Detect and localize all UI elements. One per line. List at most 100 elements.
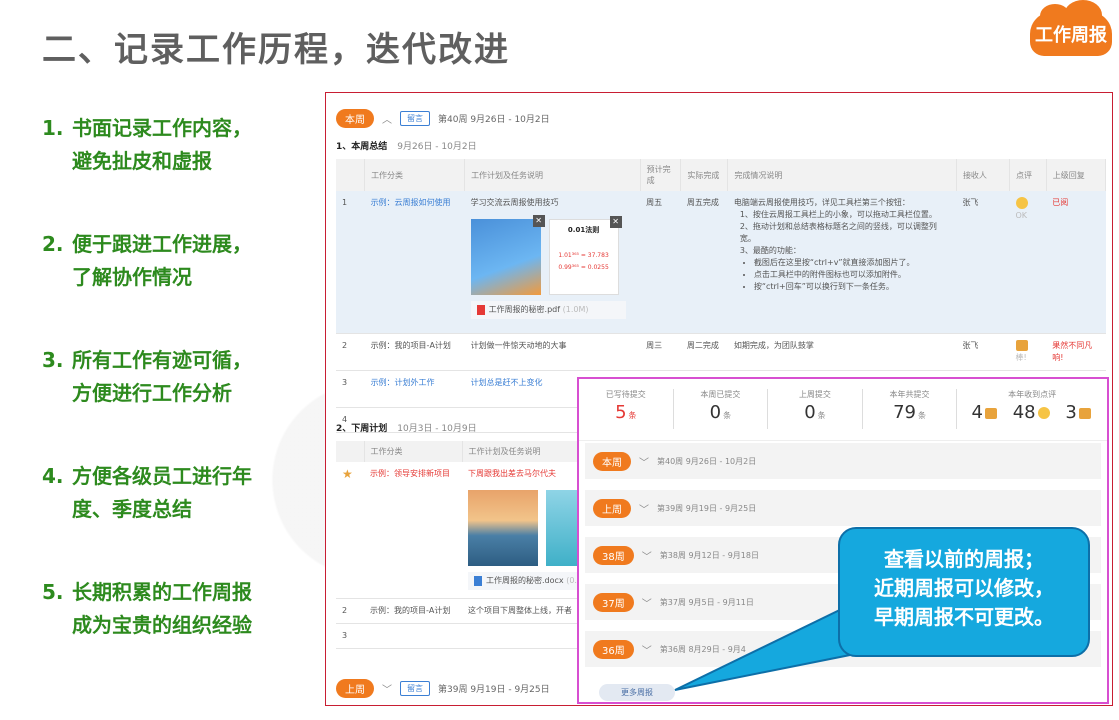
row-category[interactable]: 示例：领导安排新项目 [364,462,462,599]
logo-text: 工作周报 [1035,25,1107,46]
row-receiver: 张飞 [956,333,1010,371]
table-header: 工作分类 工作计划及任务说明 预计完成 实际完成 完成情况说明 接收人 点评 上… [336,159,1107,191]
point-num: 1. [42,116,64,140]
row-reply[interactable]: 已阅 [1046,191,1106,334]
row-receiver: 张飞 [956,191,1010,334]
chevron-down-icon[interactable]: ﹀ [642,595,652,610]
thumb-title: 0.01法则 [567,226,600,234]
close-icon[interactable]: ✕ [532,215,545,227]
row-category[interactable]: 示例：我的项目-A计划 [364,598,462,624]
smile-icon [1037,407,1050,419]
col-header: 实际完成 [680,159,729,191]
row-category[interactable]: 示例：计划外工作 [364,370,465,408]
point-text: 方便各级员工进行年 度、季度总结 [72,464,252,521]
col-header [336,441,365,462]
row-comment[interactable]: OK [1009,191,1047,334]
chevron-down-icon[interactable]: ﹀ [642,642,652,657]
next-plan-range: 10月3日 - 10月9日 [397,424,477,434]
stat-this-week: 本周已提交 0 条 [674,389,769,429]
chevron-down-icon[interactable]: ﹀ [382,681,392,696]
thumbs-up-icon [1015,339,1028,351]
stat-year: 本年共提交 79 条 [863,389,958,429]
callout-bubble: 查看以前的周报； 近期周报可以修改， 早期周报不可更改。 [838,527,1090,657]
col-header: 工作分类 [364,441,463,462]
image-thumb[interactable]: ✕ [470,215,545,295]
point-2: 2. 便于跟进工作进展， 了解协作情况 [42,228,302,294]
row-expected: 周三 [640,333,681,371]
pdf-file-icon [476,304,485,315]
row-desc: 电脑端云周报使用技巧，详见工具栏第三个按钮： 1、按住云周报工具栏上的小象，可以… [727,191,957,334]
image-thumb[interactable]: ✕ 0.01法则 1.01³⁶⁵ = 37.783 0.99³⁶⁵ = 0.02… [548,216,622,295]
star-icon: ★ [342,467,353,481]
thumbs-up-icon [984,407,997,419]
point-1: 1. 书面记录工作内容， 避免扯皮和虚报 [42,112,302,178]
row-no: ★ [336,462,364,599]
row-plan[interactable]: 学习交流云周报使用技巧 ✕ ✕ 0.01法则 1.01³⁶⁵ = 37.783 … [464,191,641,334]
week-pill-last[interactable]: 上周 [336,679,374,698]
col-header [336,159,366,191]
row-no: 2 [336,598,364,624]
comment-tag[interactable]: 留言 [400,681,430,696]
week-range: 第39周 9月19日 - 9月25日 [438,685,550,695]
col-header: 接收人 [956,159,1011,191]
row-category[interactable]: 示例：云周报如何使用 [364,191,465,334]
row-actual: 周五完成 [680,191,728,334]
image-thumb[interactable] [468,490,538,566]
close-icon[interactable]: ✕ [609,216,622,228]
point-5: 5. 长期积累的工作周报 成为宝贵的组织经验 [42,576,302,642]
stat-pending: 已写待提交 5 条 [579,389,674,429]
row-actual: 周二完成 [680,333,728,371]
col-header: 预计完成 [640,159,682,191]
summary-range: 9月26日 - 10月2日 [397,142,477,152]
point-num: 4. [42,464,64,488]
thumb-line: 0.99³⁶⁵ = 0.0255 [558,264,609,271]
history-week-row[interactable]: 本周 ﹀ 第40周 9月26日 - 10月2日 [585,443,1101,479]
table-row[interactable]: 2 示例：我的项目-A计划 计划做一件惊天动地的大事 周三 周二完成 如期完成，… [336,333,1106,371]
col-header: 点评 [1009,159,1047,191]
point-num: 5. [42,580,64,604]
docx-file-icon [474,575,482,586]
row-comment[interactable]: 棒! [1009,333,1047,371]
row-no: 2 [336,333,365,371]
week-range: 第40周 9月26日 - 10月2日 [438,115,550,125]
col-header: 工作分类 [364,159,466,191]
point-4: 4. 方便各级员工进行年 度、季度总结 [42,460,302,526]
benefit-points: 1. 书面记录工作内容， 避免扯皮和虚报 2. 便于跟进工作进展， 了解协作情况 3… [42,112,302,692]
chevron-down-icon[interactable]: ﹀ [642,548,652,563]
point-num: 3. [42,348,64,372]
tips-list: 截图后在这里按“ctrl+v”就直接添加图片了。 点击工具栏中的附件图标也可以添… [754,257,951,293]
smile-icon [1015,197,1028,209]
row-plan[interactable]: 计划做一件惊天动地的大事 [464,333,641,371]
stats-bar: 已写待提交 5 条 本周已提交 0 条 上周提交 0 条 本年共提交 79 条 本年收到点评 4… [579,379,1107,441]
comment-tag[interactable]: 留言 [400,111,430,126]
chevron-down-icon[interactable]: ﹀ [639,454,649,469]
file-attachment[interactable]: 工作周报的秘密.pdf (1.0M) [470,301,626,319]
thumbs-down-icon [1078,407,1091,419]
next-plan-title: 2、下周计划 10月3日 - 10月9日 [336,424,477,434]
week-pill-current[interactable]: 本周 [336,109,374,128]
point-text: 书面记录工作内容， 避免扯皮和虚报 [72,116,252,173]
row-reply[interactable]: 果然不同凡响! [1046,333,1106,371]
history-week-row[interactable]: 上周 ﹀ 第39周 9月19日 - 9月25日 [585,490,1101,526]
row-desc: 如期完成，为团队鼓掌 [727,333,957,371]
callout-pointer [674,603,851,691]
col-header: 完成情况说明 [727,159,957,191]
row-expected: 周五 [640,191,681,334]
row-no: 1 [336,191,365,334]
point-text: 所有工作有迹可循， 方便进行工作分析 [72,348,252,405]
brand-logo: 工作周报 [1030,0,1112,56]
point-3: 3. 所有工作有迹可循， 方便进行工作分析 [42,344,302,410]
chevron-up-icon[interactable]: ︿ [382,111,392,126]
row-no: 3 [336,370,365,408]
point-text: 长期积累的工作周报 成为宝贵的组织经验 [72,580,252,637]
chevron-down-icon[interactable]: ﹀ [639,501,649,516]
col-header: 上级回复 [1046,159,1107,191]
row-category[interactable]: 示例：我的项目-A计划 [364,333,465,371]
last-week-header: 上周 ﹀ 留言 第39周 9月19日 - 9月25日 [336,679,550,698]
thumb-line: 1.01³⁶⁵ = 37.783 [558,252,609,259]
attachment-thumbs: ✕ ✕ 0.01法则 1.01³⁶⁵ = 37.783 0.99³⁶⁵ = 0.… [470,215,635,295]
point-num: 2. [42,232,64,256]
table-row[interactable]: 1 示例：云周报如何使用 学习交流云周报使用技巧 ✕ ✕ 0.01法则 1.01… [336,191,1106,334]
callout-text: 查看以前的周报； 近期周报可以修改， 早期周报不可更改。 [874,547,1054,629]
row-no: 3 [336,623,364,649]
